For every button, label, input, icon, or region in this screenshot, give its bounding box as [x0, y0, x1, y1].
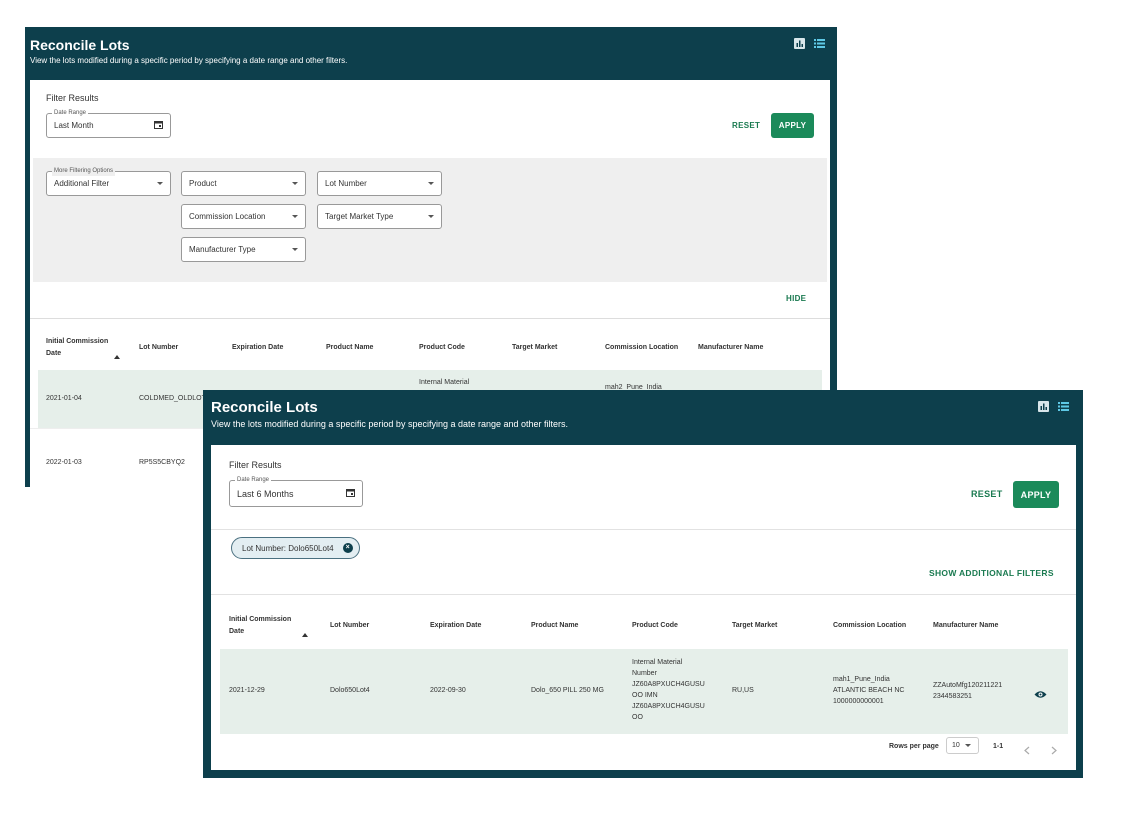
rows-per-page-label: Rows per page — [889, 743, 939, 750]
manufacturer-type-filter[interactable]: Manufacturer Type — [181, 237, 306, 262]
chevron-down-icon — [292, 248, 298, 251]
column-header[interactable]: Lot Number — [139, 342, 178, 354]
filter-results-label: Filter Results — [46, 93, 99, 103]
column-header[interactable]: Target Market — [512, 342, 557, 354]
manufacturer-name-cell: ZZAutoMfg120211221 2344583251 — [933, 682, 1003, 700]
commission-date-cell: 2021-12-29 — [229, 687, 265, 694]
column-header[interactable]: Lot Number — [330, 620, 369, 632]
view-toggle — [794, 38, 825, 49]
chevron-left-icon[interactable] — [1024, 742, 1030, 760]
hide-filters-button[interactable]: HIDE — [786, 294, 806, 303]
chevron-down-icon — [428, 215, 434, 218]
calendar-icon[interactable] — [346, 488, 355, 499]
expiration-date-cell: 2022-09-30 — [430, 687, 466, 694]
product-code-cell: Internal Material Number JZ60A8PXUCH4GUS… — [632, 659, 705, 721]
chevron-down-icon — [292, 182, 298, 185]
additional-filters-area: More Filtering Options Additional Filter… — [33, 158, 827, 282]
chevron-down-icon — [157, 182, 163, 185]
page-subtitle: View the lots modified during a specific… — [211, 419, 569, 429]
rows-per-page-select[interactable]: 10 — [946, 737, 979, 754]
chevron-down-icon — [292, 215, 298, 218]
column-header[interactable]: Commission Location — [605, 342, 678, 354]
column-header[interactable]: Product Name — [531, 620, 578, 632]
date-range-field[interactable]: Date Range Last 6 Months — [229, 476, 363, 507]
column-header[interactable]: Commission Location — [833, 620, 906, 632]
target-market-type-filter[interactable]: Target Market Type — [317, 204, 442, 229]
page-range: 1-1 — [993, 743, 1004, 750]
commission-date-cell: 2022-01-03 — [46, 459, 82, 466]
show-additional-filters-button[interactable]: SHOW ADDITIONAL FILTERS — [929, 568, 1054, 578]
column-header[interactable]: Product Code — [419, 342, 465, 354]
target-market-cell: RU,US — [732, 687, 754, 694]
bar-chart-icon[interactable] — [794, 38, 805, 49]
filter-panel: Filter Results Date Range Last 6 Months … — [211, 445, 1076, 770]
bar-chart-icon[interactable] — [1038, 401, 1049, 412]
column-header[interactable]: Initial Commission Date — [46, 336, 116, 360]
chevron-down-icon — [964, 744, 971, 747]
product-name-cell: Dolo_650 PILL 250 MG — [531, 687, 604, 694]
more-filtering-select[interactable]: More Filtering Options Additional Filter — [46, 167, 171, 196]
commission-date-cell: 2021-01-04 — [46, 395, 82, 402]
list-icon[interactable] — [1058, 401, 1069, 412]
commission-location-filter[interactable]: Commission Location — [181, 204, 306, 229]
column-header[interactable]: Product Code — [632, 620, 678, 632]
column-header[interactable]: Initial Commission Date — [229, 614, 301, 638]
column-header[interactable]: Expiration Date — [430, 620, 481, 632]
column-header[interactable]: Manufacturer Name — [933, 620, 998, 632]
view-toggle — [1038, 401, 1069, 412]
chevron-down-icon — [428, 182, 434, 185]
apply-button[interactable]: APPLY — [771, 113, 814, 138]
page-title: Reconcile Lots — [211, 399, 318, 416]
lot-number-cell: COLDMED_OLDLOT — [139, 395, 206, 402]
page-title: Reconcile Lots — [30, 37, 130, 53]
apply-button[interactable]: APPLY — [1013, 481, 1059, 508]
product-code-cell: Internal Material — [419, 379, 470, 386]
commission-location-cell: mah1_Pune_India ATLANTIC BEACH NC 100000… — [833, 676, 905, 705]
reset-button[interactable]: RESET — [732, 121, 760, 130]
list-icon[interactable] — [814, 38, 825, 49]
filter-chip[interactable]: Lot Number: Dolo650Lot4 × — [231, 537, 360, 559]
filter-results-label: Filter Results — [229, 460, 282, 470]
lot-number-cell: RP5S5CBYQ2 — [139, 459, 185, 466]
lot-number-filter[interactable]: Lot Number — [317, 171, 442, 196]
calendar-icon[interactable] — [154, 120, 163, 131]
sort-up-icon[interactable] — [302, 624, 308, 642]
lot-number-cell: Dolo650Lot4 — [330, 687, 370, 694]
chip-label: Lot Number: Dolo650Lot4 — [242, 543, 334, 553]
column-header[interactable]: Manufacturer Name — [698, 342, 763, 354]
column-header[interactable]: Product Name — [326, 342, 373, 354]
product-filter[interactable]: Product — [181, 171, 306, 196]
eye-icon[interactable] — [1034, 686, 1047, 704]
page-subtitle: View the lots modified during a specific… — [30, 56, 348, 65]
column-header[interactable]: Target Market — [732, 620, 777, 632]
reset-button[interactable]: RESET — [971, 489, 1003, 499]
chevron-right-icon[interactable] — [1051, 742, 1057, 760]
column-header[interactable]: Expiration Date — [232, 342, 283, 354]
date-range-field[interactable]: Date Range Last Month — [46, 109, 171, 138]
close-icon[interactable]: × — [342, 543, 353, 553]
sort-up-icon[interactable] — [114, 346, 120, 364]
front-window: Reconcile Lots View the lots modified du… — [203, 390, 1083, 778]
